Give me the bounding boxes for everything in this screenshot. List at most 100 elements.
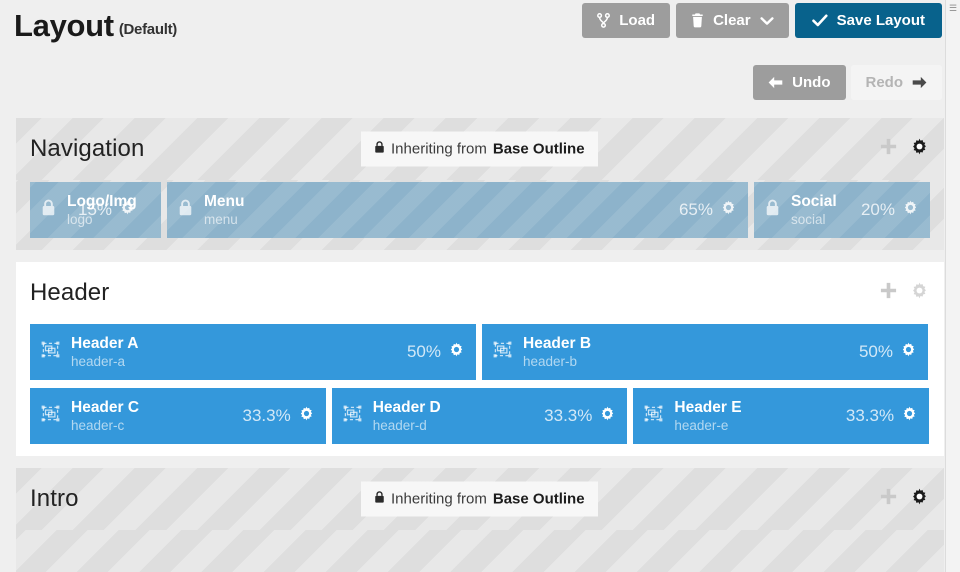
plus-icon[interactable] — [880, 138, 897, 160]
inheriting-badge-source: Base Outline — [492, 140, 585, 158]
layout-row: Header Cheader-c 33.3% Header Dheader-d 33.… — [30, 388, 930, 444]
block-settings-gear-icon[interactable] — [600, 406, 615, 426]
top-action-buttons: Load Clear Save Layout — [582, 3, 942, 38]
page-title-text: Layout — [14, 8, 114, 43]
block-name: Social — [791, 193, 837, 211]
page-scrollbar[interactable]: ☰ — [945, 0, 960, 572]
inheriting-badge: Inheriting from Base Outline — [361, 131, 598, 167]
block-settings-gear-icon[interactable] — [299, 406, 314, 426]
page-title: Layout (Default) — [14, 8, 177, 44]
block-labels: Header Cheader-c — [71, 399, 236, 432]
section-tools — [880, 488, 928, 510]
undo-button[interactable]: Undo — [753, 65, 846, 100]
arrow-right-icon — [912, 76, 927, 89]
save-layout-button[interactable]: Save Layout — [794, 3, 942, 38]
layout-block[interactable]: Header Bheader-b 50% — [482, 324, 928, 380]
block-settings-gear-icon[interactable] — [721, 200, 736, 220]
redo-button[interactable]: Redo — [850, 65, 942, 100]
block-labels: Header Aheader-a — [71, 335, 401, 368]
section-header: Navigation Inheriting from Base Outline — [16, 118, 944, 180]
section-tools — [880, 282, 928, 304]
layout-block[interactable]: Logo/Img logo 15% — [30, 182, 161, 238]
inheriting-badge-prefix: Inheriting from — [391, 490, 487, 508]
load-button[interactable]: Load — [582, 3, 671, 38]
block-labels: Header Eheader-e — [674, 399, 839, 432]
clear-button[interactable]: Clear — [676, 3, 789, 38]
section-body — [16, 530, 944, 572]
chevron-down-icon[interactable] — [760, 16, 774, 26]
check-icon — [811, 14, 828, 27]
block-right: 33.3% — [544, 406, 615, 426]
layout-editor-app: Layout (Default) Load Clear Save Layout … — [0, 0, 960, 572]
layout-block[interactable]: Social social 20% — [754, 182, 930, 238]
object-group-icon — [41, 405, 60, 427]
section-tools — [880, 138, 928, 160]
block-right: 65% — [679, 200, 736, 220]
block-name: Menu — [204, 193, 245, 211]
block-right: 50% — [859, 342, 916, 362]
block-settings-gear-icon[interactable] — [903, 200, 918, 220]
block-right: 33.3% — [242, 406, 313, 426]
block-settings-gear-icon[interactable] — [449, 342, 464, 362]
scroll-grip-icon[interactable]: ☰ — [949, 4, 957, 13]
block-settings-gear-icon[interactable] — [901, 342, 916, 362]
lock-icon — [178, 199, 193, 221]
block-percent: 50% — [406, 342, 441, 361]
layout-block[interactable]: Header Eheader-e 33.3% — [633, 388, 930, 444]
lock-icon — [765, 199, 780, 221]
block-percent: 50% — [858, 342, 893, 361]
plus-icon[interactable] — [880, 282, 897, 304]
block-key: header-b — [523, 353, 578, 369]
layout-section: Header Header Aheader-a 50% Header Bheader-… — [16, 262, 944, 456]
save-layout-button-label: Save Layout — [836, 12, 925, 29]
block-name: Header A — [71, 335, 139, 353]
layout-block[interactable]: Header Dheader-d 33.3% — [331, 388, 628, 444]
plus-icon[interactable] — [880, 488, 897, 510]
layout-block[interactable]: Header Aheader-a 50% — [30, 324, 476, 380]
layout-section: Navigation Inheriting from Base Outline Log… — [16, 118, 944, 250]
layout-row: Header Aheader-a 50% Header Bheader-b 50% — [30, 324, 930, 380]
object-group-icon — [644, 405, 663, 427]
layout-row: Logo/Img logo 15% Menu menu 65% Social social 20… — [30, 182, 930, 238]
code-branch-icon — [597, 13, 611, 28]
object-group-icon — [493, 341, 512, 363]
gear-icon[interactable] — [911, 488, 928, 510]
section-header: Header — [16, 262, 944, 324]
layout-block[interactable]: Menu menu 65% — [167, 182, 748, 238]
block-name: Header D — [372, 399, 441, 417]
top-bar: Layout (Default) Load Clear Save Layout … — [0, 0, 960, 100]
layout-sections: Navigation Inheriting from Base Outline Log… — [16, 118, 944, 572]
block-percent: 33.3% — [845, 406, 895, 425]
gear-icon[interactable] — [911, 138, 928, 160]
block-right: 50% — [407, 342, 464, 362]
history-controls: Undo Redo — [753, 65, 942, 100]
block-labels: Menu menu — [204, 193, 673, 226]
block-name: Header B — [523, 335, 592, 353]
block-name: Header E — [674, 399, 742, 417]
object-group-icon — [343, 405, 362, 427]
layout-section: Intro Inheriting from Base Outline — [16, 468, 944, 572]
layout-block[interactable]: Header Cheader-c 33.3% — [30, 388, 326, 444]
section-body: Logo/Img logo 15% Menu menu 65% Social social 20… — [16, 180, 944, 250]
section-title: Intro — [30, 485, 79, 512]
object-group-icon — [41, 341, 60, 363]
section-body: Header Aheader-a 50% Header Bheader-b 50% He… — [16, 324, 944, 456]
arrow-left-icon — [768, 76, 783, 89]
redo-button-label: Redo — [865, 74, 904, 91]
block-key: header-e — [674, 417, 729, 433]
block-labels: Header Dheader-d — [373, 399, 538, 432]
block-name: Header C — [71, 399, 140, 417]
inheriting-badge-prefix: Inheriting from — [391, 140, 487, 158]
lock-icon — [374, 491, 385, 508]
inheriting-badge: Inheriting from Base Outline — [361, 481, 598, 517]
gear-icon[interactable] — [911, 282, 928, 304]
undo-button-label: Undo — [792, 74, 831, 91]
lock-icon — [41, 199, 56, 221]
block-key: header-d — [372, 417, 427, 433]
clear-button-label: Clear — [713, 12, 751, 29]
block-settings-gear-icon[interactable] — [902, 406, 917, 426]
block-key: social — [791, 211, 826, 227]
load-button-label: Load — [619, 12, 656, 29]
block-percent: 20% — [860, 200, 895, 219]
section-title: Navigation — [30, 135, 145, 162]
